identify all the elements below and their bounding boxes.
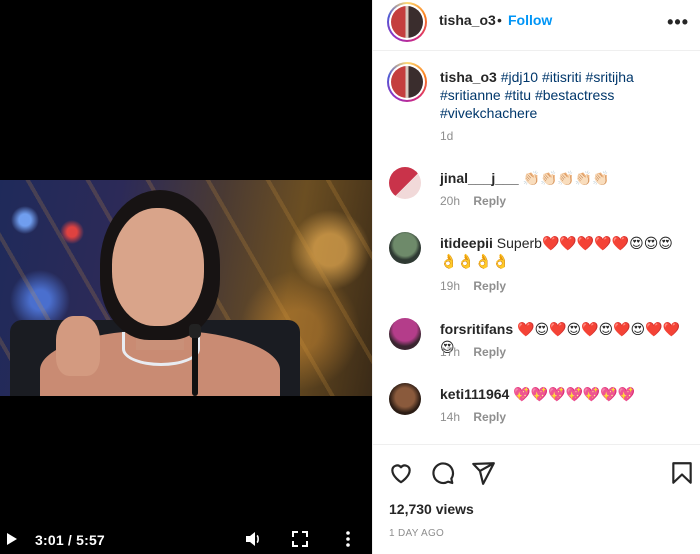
- video-subject: [30, 180, 280, 396]
- comment-time[interactable]: 14h: [440, 410, 460, 424]
- commenter-username[interactable]: keti111964: [440, 386, 509, 402]
- video-time: 3:01 / 5:57: [35, 532, 105, 548]
- action-bar: 12,730 views 1 DAY AGO: [373, 444, 700, 554]
- commenter-avatar[interactable]: [389, 167, 421, 199]
- comment-time[interactable]: 17h: [440, 345, 460, 359]
- comment-icon[interactable]: [429, 460, 455, 486]
- hashtag[interactable]: #bestactress: [535, 87, 614, 103]
- caption-username[interactable]: tisha_o3: [440, 69, 497, 85]
- comment-time[interactable]: 20h: [440, 194, 460, 208]
- author-avatar[interactable]: [387, 2, 427, 42]
- post-header: tisha_o3 • Follow •••: [373, 0, 700, 51]
- comments-list[interactable]: tisha_o3 #jdj10 #itisriti #sritijha #sri…: [373, 51, 700, 444]
- comment-text: 💖💖💖💖💖💖💖: [513, 386, 636, 402]
- hashtag[interactable]: #sritijha: [586, 69, 634, 85]
- hashtag[interactable]: #itisriti: [542, 69, 582, 85]
- fullscreen-icon[interactable]: [290, 529, 310, 549]
- follow-button[interactable]: Follow: [508, 12, 552, 28]
- hashtag[interactable]: #titu: [505, 87, 531, 103]
- commenter-avatar[interactable]: [389, 383, 421, 415]
- reply-button[interactable]: Reply: [473, 279, 506, 293]
- video-player[interactable]: 3:01 / 5:57: [0, 0, 372, 554]
- reply-button[interactable]: Reply: [473, 345, 506, 359]
- commenter-username[interactable]: jinal___j___: [440, 170, 519, 186]
- commenter-username[interactable]: forsritifans: [440, 321, 513, 337]
- reply-button[interactable]: Reply: [473, 410, 506, 424]
- heart-icon[interactable]: [388, 460, 414, 486]
- more-options-icon[interactable]: •••: [667, 12, 689, 33]
- commenter-avatar[interactable]: [389, 232, 421, 264]
- hashtag[interactable]: #vivekchachere: [440, 105, 537, 121]
- more-vertical-icon[interactable]: [338, 529, 358, 549]
- hashtag[interactable]: #sritianne: [440, 87, 501, 103]
- caption-timestamp[interactable]: 1d: [440, 129, 453, 143]
- hashtag[interactable]: #jdj10: [501, 69, 538, 85]
- commenter-avatar[interactable]: [389, 318, 421, 350]
- view-count[interactable]: 12,730 views: [389, 501, 474, 517]
- volume-icon[interactable]: [243, 529, 263, 549]
- comment-text: 👏🏻👏🏻👏🏻👏🏻👏🏻: [522, 170, 610, 186]
- post-sidebar: tisha_o3 • Follow ••• tisha_o3 #jdj10 #i…: [372, 0, 700, 554]
- video-controls: 3:01 / 5:57: [0, 524, 372, 554]
- post-caption: tisha_o3 #jdj10 #itisriti #sritijha #sri…: [440, 68, 670, 122]
- author-username[interactable]: tisha_o3: [439, 12, 496, 28]
- video-frame[interactable]: [0, 180, 372, 396]
- commenter-username[interactable]: itideepii: [440, 235, 493, 251]
- post-date[interactable]: 1 DAY AGO: [389, 528, 444, 539]
- separator-dot: •: [497, 12, 502, 28]
- save-icon[interactable]: [669, 460, 695, 486]
- share-icon[interactable]: [470, 460, 496, 486]
- caption-avatar[interactable]: [387, 62, 427, 102]
- play-icon[interactable]: [7, 533, 17, 545]
- post-viewer: 3:01 / 5:57 tisha_o3 • Follow ••• tisha_…: [0, 0, 700, 554]
- microphone: [189, 324, 201, 396]
- reply-button[interactable]: Reply: [473, 194, 506, 208]
- comment-time[interactable]: 19h: [440, 279, 460, 293]
